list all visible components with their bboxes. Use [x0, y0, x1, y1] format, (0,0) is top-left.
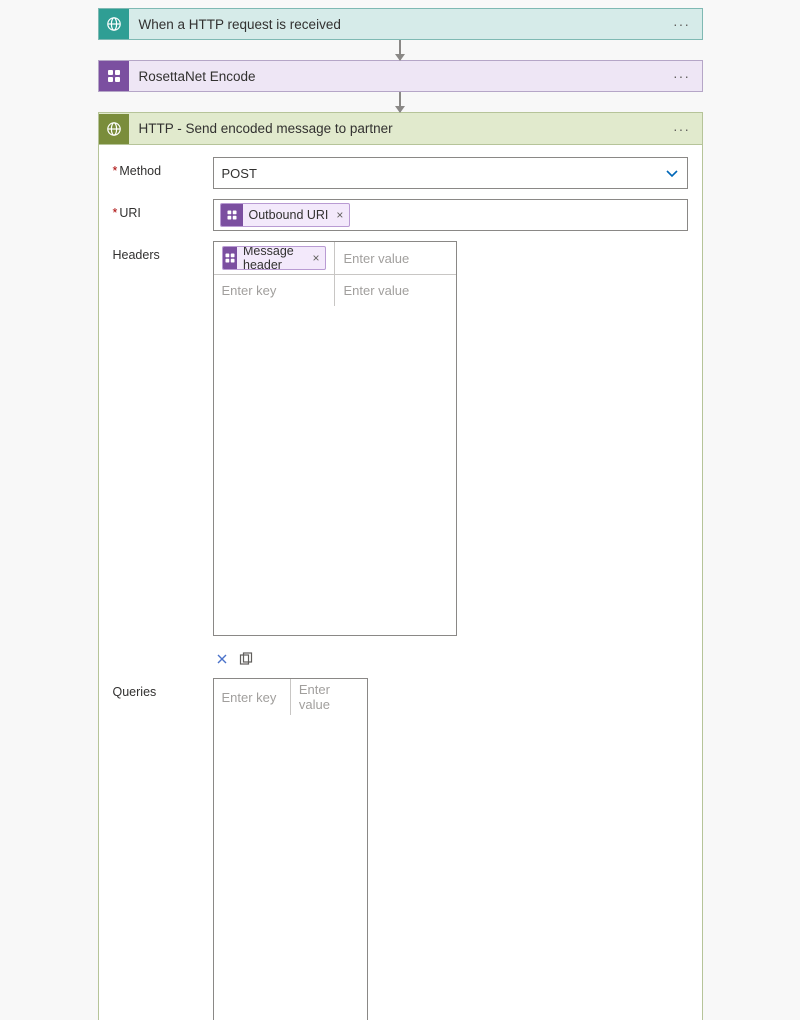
uri-input[interactable]: Outbound URI × — [213, 199, 688, 231]
token-remove-icon[interactable]: × — [310, 251, 325, 265]
rosetta-icon — [99, 61, 129, 91]
rosetta-card[interactable]: RosettaNet Encode ··· — [98, 60, 703, 92]
method-select[interactable]: POST — [213, 157, 688, 189]
rosetta-menu-button[interactable]: ··· — [668, 68, 696, 84]
headers-label: Headers — [113, 241, 213, 262]
uri-token[interactable]: Outbound URI × — [220, 203, 351, 227]
headers-row: Message header × Enter value — [214, 242, 457, 274]
headers-grid: Message header × Enter value Enter key E… — [213, 241, 458, 636]
chevron-down-icon — [665, 166, 679, 180]
http-card: HTTP - Send encoded message to partner ·… — [98, 112, 703, 1020]
query-value-input[interactable]: Enter value — [290, 679, 367, 715]
trigger-card[interactable]: When a HTTP request is received ··· — [98, 8, 703, 40]
http-menu-button[interactable]: ··· — [668, 121, 696, 137]
query-key-input[interactable]: Enter key — [214, 679, 290, 715]
http-card-body: Method POST URI — [99, 145, 702, 1020]
queries-label: Queries — [113, 678, 213, 699]
field-queries: Queries Enter key Enter value — [113, 678, 688, 1020]
rosetta-title: RosettaNet Encode — [129, 69, 668, 84]
globe-icon — [99, 114, 129, 144]
headers-row: Enter key Enter value — [214, 274, 457, 306]
header-key-input[interactable]: Enter key — [214, 274, 335, 306]
rosetta-icon — [221, 204, 243, 226]
trigger-title: When a HTTP request is received — [129, 17, 668, 32]
arrow-icon — [399, 92, 401, 112]
trigger-menu-button[interactable]: ··· — [668, 16, 696, 32]
http-card-header[interactable]: HTTP - Send encoded message to partner ·… — [99, 113, 702, 145]
uri-label: URI — [113, 199, 213, 220]
field-method: Method POST — [113, 157, 688, 189]
method-label: Method — [113, 157, 213, 178]
token-label: Message header — [237, 246, 310, 270]
delete-row-button[interactable] — [213, 650, 231, 668]
header-key-input[interactable]: Message header × — [214, 242, 335, 274]
method-value: POST — [222, 166, 257, 181]
header-value-input[interactable]: Enter value — [334, 274, 456, 306]
arrow-icon — [399, 40, 401, 60]
token-label: Outbound URI — [243, 208, 335, 222]
headers-actions — [213, 644, 255, 668]
field-uri: URI Outbound URI × — [113, 199, 688, 231]
rosetta-icon — [223, 247, 238, 269]
http-title: HTTP - Send encoded message to partner — [129, 121, 668, 136]
field-headers: Headers Message header × — [113, 241, 688, 668]
queries-row: Enter key Enter value — [214, 679, 368, 715]
globe-icon — [99, 9, 129, 39]
token-remove-icon[interactable]: × — [334, 208, 349, 222]
queries-grid: Enter key Enter value — [213, 678, 369, 1020]
header-value-input[interactable]: Enter value — [334, 242, 456, 274]
switch-mode-button[interactable] — [237, 650, 255, 668]
header-key-token[interactable]: Message header × — [222, 246, 327, 270]
